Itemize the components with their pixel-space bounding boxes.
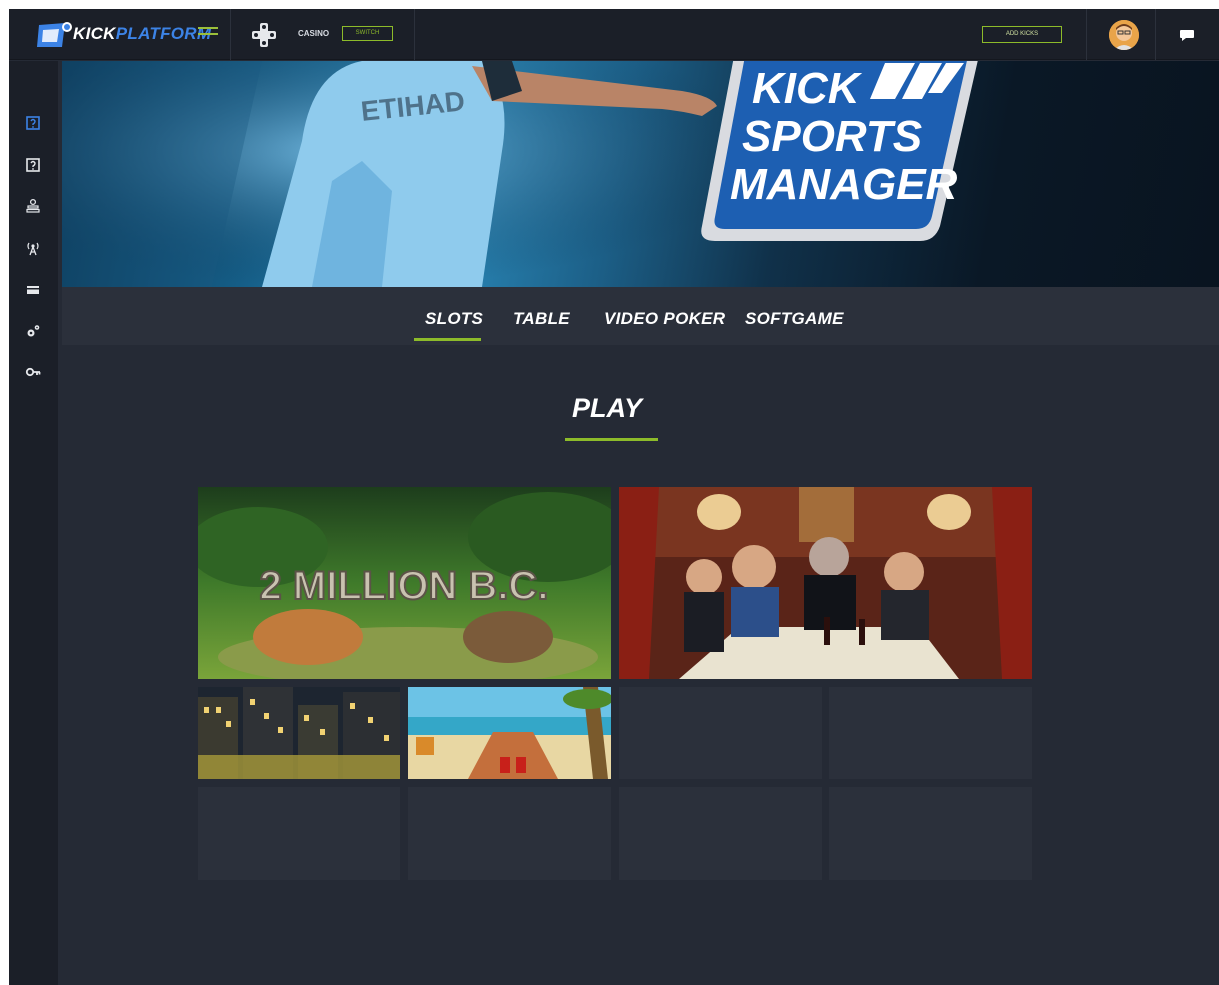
tab-softgame[interactable]: SOFTGAME — [745, 309, 844, 329]
empty-game-slot — [829, 687, 1032, 779]
divider — [1086, 9, 1087, 60]
game-tile-city-night[interactable] — [198, 687, 400, 779]
settings-icon[interactable] — [25, 323, 41, 339]
tab-slots[interactable]: SLOTS — [425, 309, 483, 329]
game-artwork — [408, 687, 611, 779]
switch-button[interactable]: SWITCH — [342, 26, 393, 41]
empty-game-slot — [198, 787, 400, 880]
divider — [230, 9, 231, 60]
app-window: KICKPLATFORM CASINO SWITCH ADD KICKS ETI… — [9, 9, 1219, 985]
section-label: CASINO — [298, 29, 330, 38]
avatar[interactable] — [1109, 20, 1139, 50]
section-title-underline — [565, 438, 658, 441]
divider — [414, 9, 415, 60]
tab-table[interactable]: TABLE — [513, 309, 570, 329]
brand-part-1: KICK — [73, 24, 116, 43]
empty-game-slot — [408, 787, 611, 880]
top-bar: KICKPLATFORM CASINO SWITCH ADD KICKS — [9, 9, 1219, 60]
menu-icon[interactable] — [198, 27, 218, 41]
hero-logo-line-1: KICK — [752, 64, 863, 113]
game-artwork: 2 MILLION B.C. — [198, 487, 611, 679]
game-artwork — [619, 487, 1032, 679]
logo-icon[interactable] — [35, 21, 75, 49]
tab-video-poker[interactable]: VIDEO POKER — [604, 309, 725, 329]
question-icon[interactable] — [25, 115, 41, 131]
help-icon[interactable] — [25, 157, 41, 173]
footballer-illustration: ETIHAD — [62, 61, 762, 287]
game-tile-2-million-bc[interactable]: 2 MILLION B.C. — [198, 487, 611, 679]
game-title: 2 MILLION B.C. — [260, 564, 549, 608]
card-icon[interactable] — [25, 282, 41, 298]
kick-sports-manager-logo: KICK SPORTS MANAGER — [701, 61, 978, 241]
category-tabs: SLOTS TABLE VIDEO POKER SOFTGAME — [62, 287, 1219, 345]
game-tile-beach[interactable] — [408, 687, 611, 779]
section-title: PLAY — [572, 393, 643, 423]
gamepad-icon[interactable] — [250, 22, 278, 48]
hero-banner: ETIHAD KICK SPORTS MANAGER — [62, 61, 1219, 287]
sidebar — [9, 61, 58, 985]
empty-game-slot — [619, 687, 822, 779]
game-tile-mafia[interactable] — [619, 487, 1032, 679]
brand-part-2: PLATFORM — [115, 24, 212, 43]
add-kicks-button[interactable]: ADD KICKS — [982, 26, 1062, 43]
active-tab-indicator — [414, 338, 481, 341]
divider — [1155, 9, 1156, 60]
hero-logo-line-3: MANAGER — [730, 160, 958, 209]
broadcast-icon[interactable] — [25, 240, 41, 256]
chat-icon[interactable] — [1179, 29, 1195, 41]
empty-game-slot — [619, 787, 822, 880]
users-icon[interactable] — [25, 198, 41, 214]
hero-logo-line-2: SPORTS — [742, 112, 922, 161]
empty-game-slot — [829, 787, 1032, 880]
brand-name[interactable]: KICKPLATFORM — [73, 24, 211, 44]
key-icon[interactable] — [25, 364, 41, 380]
game-artwork — [198, 687, 400, 779]
